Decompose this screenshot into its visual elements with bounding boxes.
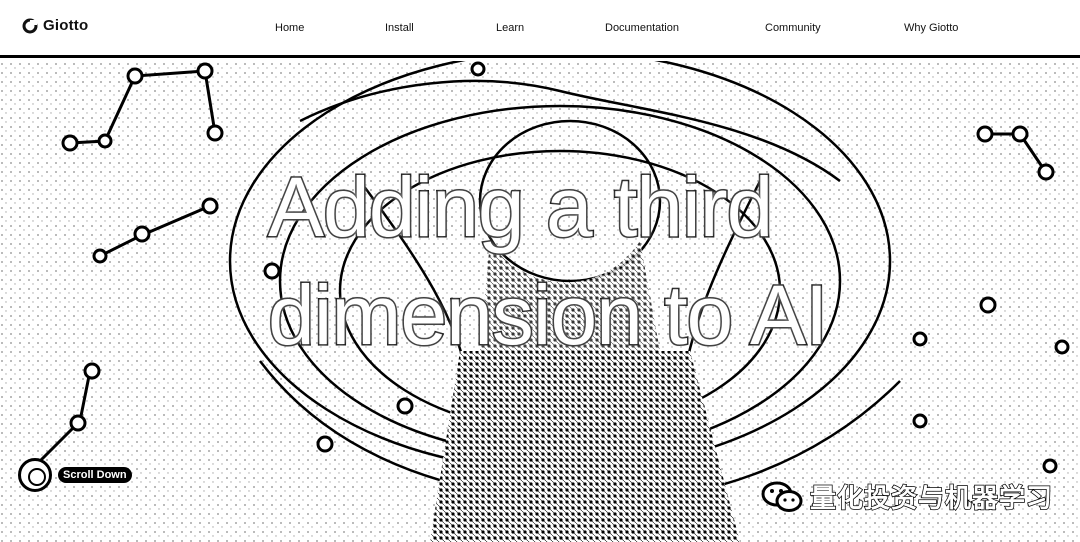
top-navbar: Giotto Home Install Learn Documentation … [0, 0, 1080, 58]
scroll-down-button[interactable]: Scroll Down [18, 458, 132, 492]
nav-why-giotto[interactable]: Why Giotto [904, 22, 958, 34]
nav-documentation[interactable]: Documentation [605, 22, 679, 34]
hero-headline-line-2: dimension to AI [267, 267, 830, 364]
wechat-icon [761, 481, 803, 512]
hero-section: Adding a third dimension to AI Scroll Do… [0, 61, 1080, 542]
brand-name: Giotto [43, 17, 89, 34]
wechat-watermark: 量化投资与机器学习 [760, 478, 1053, 515]
scroll-down-icon [18, 458, 52, 492]
scroll-down-label: Scroll Down [58, 467, 132, 483]
hero-headline: Adding a third dimension to AI [267, 153, 968, 369]
hero-headline-line-1: Adding a third [267, 159, 775, 256]
giotto-logo-link[interactable]: Giotto [22, 17, 88, 34]
nav-install[interactable]: Install [385, 22, 414, 34]
nav-learn[interactable]: Learn [496, 22, 524, 34]
watermark-text: 量化投资与机器学习 [809, 483, 1054, 515]
nav-community[interactable]: Community [765, 22, 821, 34]
nav-home[interactable]: Home [275, 22, 304, 34]
giotto-logo-icon [22, 18, 38, 33]
